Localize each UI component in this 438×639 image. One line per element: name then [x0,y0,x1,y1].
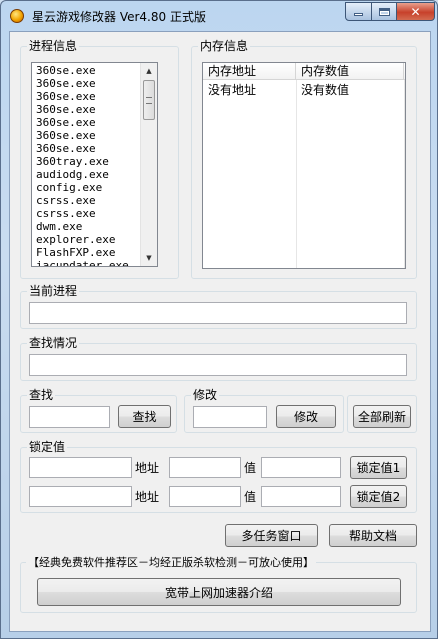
current-process-field[interactable] [29,302,407,324]
list-item[interactable]: 360se.exe [36,129,157,142]
refresh-group: 全部刷新 [347,395,417,433]
modify-button[interactable]: 修改 [276,405,336,428]
maximize-icon [378,7,390,16]
scroll-down-icon[interactable]: ▼ [141,250,157,266]
memory-list[interactable]: 内存地址 内存数值 没有地址 没有数值 [202,62,406,269]
grip-icon [146,96,152,104]
address-label: 地址 [135,461,160,475]
process-list[interactable]: 360se.exe 360se.exe 360se.exe 360se.exe 360s… [31,62,158,267]
minimize-icon [354,13,363,16]
list-item[interactable]: 360se.exe [36,77,157,90]
multitask-window-button[interactable]: 多任务窗口 [225,524,318,547]
window-title: 星云游戏修改器 Ver4.80 正式版 [32,10,206,24]
list-item[interactable]: 360tray.exe [36,155,157,168]
list-item[interactable]: 360se.exe [36,64,157,77]
memory-value-cell: 没有数值 [301,83,350,97]
search-status-label: 查找情况 [27,336,80,350]
memory-list-header: 内存地址 内存数值 [203,63,405,80]
value-label: 值 [244,461,257,475]
lock-field-1[interactable] [29,457,132,478]
lock-value-group: 锁定值 地址 值 锁定值1 地址 值 锁定值2 [20,440,417,513]
list-item[interactable]: 360se.exe [36,103,157,116]
close-icon: ✕ [410,4,421,19]
scroll-thumb[interactable] [143,80,155,120]
grid-divider [404,80,405,268]
current-process-group: 当前进程 [20,284,417,329]
process-info-label: 进程信息 [27,39,80,53]
memory-info-label: 内存信息 [198,39,251,53]
lock-value-field-1[interactable] [261,457,341,478]
lock-field-2[interactable] [29,486,132,507]
scroll-up-icon[interactable]: ▲ [141,63,157,79]
search-status-field[interactable] [29,354,407,376]
list-item[interactable]: dwm.exe [36,220,157,233]
list-item[interactable]: 360se.exe [36,116,157,129]
list-item[interactable]: iacupdater.exe [36,259,157,266]
list-item[interactable]: explorer.exe [36,233,157,246]
minimize-button[interactable] [345,2,372,21]
refresh-all-button[interactable]: 全部刷新 [353,405,411,428]
lock-value-field-2[interactable] [261,486,341,507]
lock-address-field-1[interactable] [169,457,241,478]
lock-value-label: 锁定值 [27,440,68,454]
column-header-address[interactable]: 内存地址 [203,63,296,80]
promo-notice: 【经典免费软件推荐区－均经正版杀软检测－可放心使用】 [26,554,316,570]
modify-label: 修改 [191,388,220,402]
lock-address-field-2[interactable] [169,486,241,507]
modify-input[interactable] [193,406,267,428]
client-area: 进程信息 360se.exe 360se.exe 360se.exe 360se.ex… [9,31,431,632]
app-logo-icon [10,9,24,23]
list-item[interactable]: audiodg.exe [36,168,157,181]
current-process-label: 当前进程 [27,284,80,298]
title-bar[interactable]: 星云游戏修改器 Ver4.80 正式版 ✕ [1,1,437,31]
help-doc-button[interactable]: 帮助文档 [329,524,417,547]
app-window: 星云游戏修改器 Ver4.80 正式版 ✕ 进程信息 360se.exe 360s… [0,0,438,639]
search-status-group: 查找情况 [20,336,417,381]
list-item[interactable]: 360se.exe [36,142,157,155]
search-button[interactable]: 查找 [118,405,171,428]
process-list-scrollbar[interactable]: ▲ ▼ [140,63,157,266]
lock-value-2-button[interactable]: 锁定值2 [350,485,407,508]
list-item[interactable]: FlashFXP.exe [36,246,157,259]
value-label: 值 [244,490,257,504]
modify-group: 修改 修改 [184,388,344,433]
grid-divider [296,80,297,268]
table-row[interactable]: 没有地址 没有数值 [203,82,405,99]
column-header-value[interactable]: 内存数值 [296,63,404,80]
list-item[interactable]: 360se.exe [36,90,157,103]
process-info-group: 进程信息 360se.exe 360se.exe 360se.exe 360se.ex… [20,39,179,279]
broadband-accelerator-button[interactable]: 宽带上网加速器介绍 [37,578,401,606]
list-item[interactable]: csrss.exe [36,207,157,220]
memory-info-group: 内存信息 内存地址 内存数值 没有地址 没有数值 [191,39,417,279]
close-button[interactable]: ✕ [396,2,435,21]
list-item[interactable]: csrss.exe [36,194,157,207]
process-list-items: 360se.exe 360se.exe 360se.exe 360se.exe 360s… [32,63,157,266]
list-item[interactable]: config.exe [36,181,157,194]
address-label: 地址 [135,490,160,504]
memory-address-cell: 没有地址 [208,83,257,97]
maximize-button[interactable] [371,2,397,21]
search-group: 查找 查找 [20,388,177,433]
search-label: 查找 [27,388,56,402]
lock-value-1-button[interactable]: 锁定值1 [350,456,407,479]
search-input[interactable] [29,406,110,428]
